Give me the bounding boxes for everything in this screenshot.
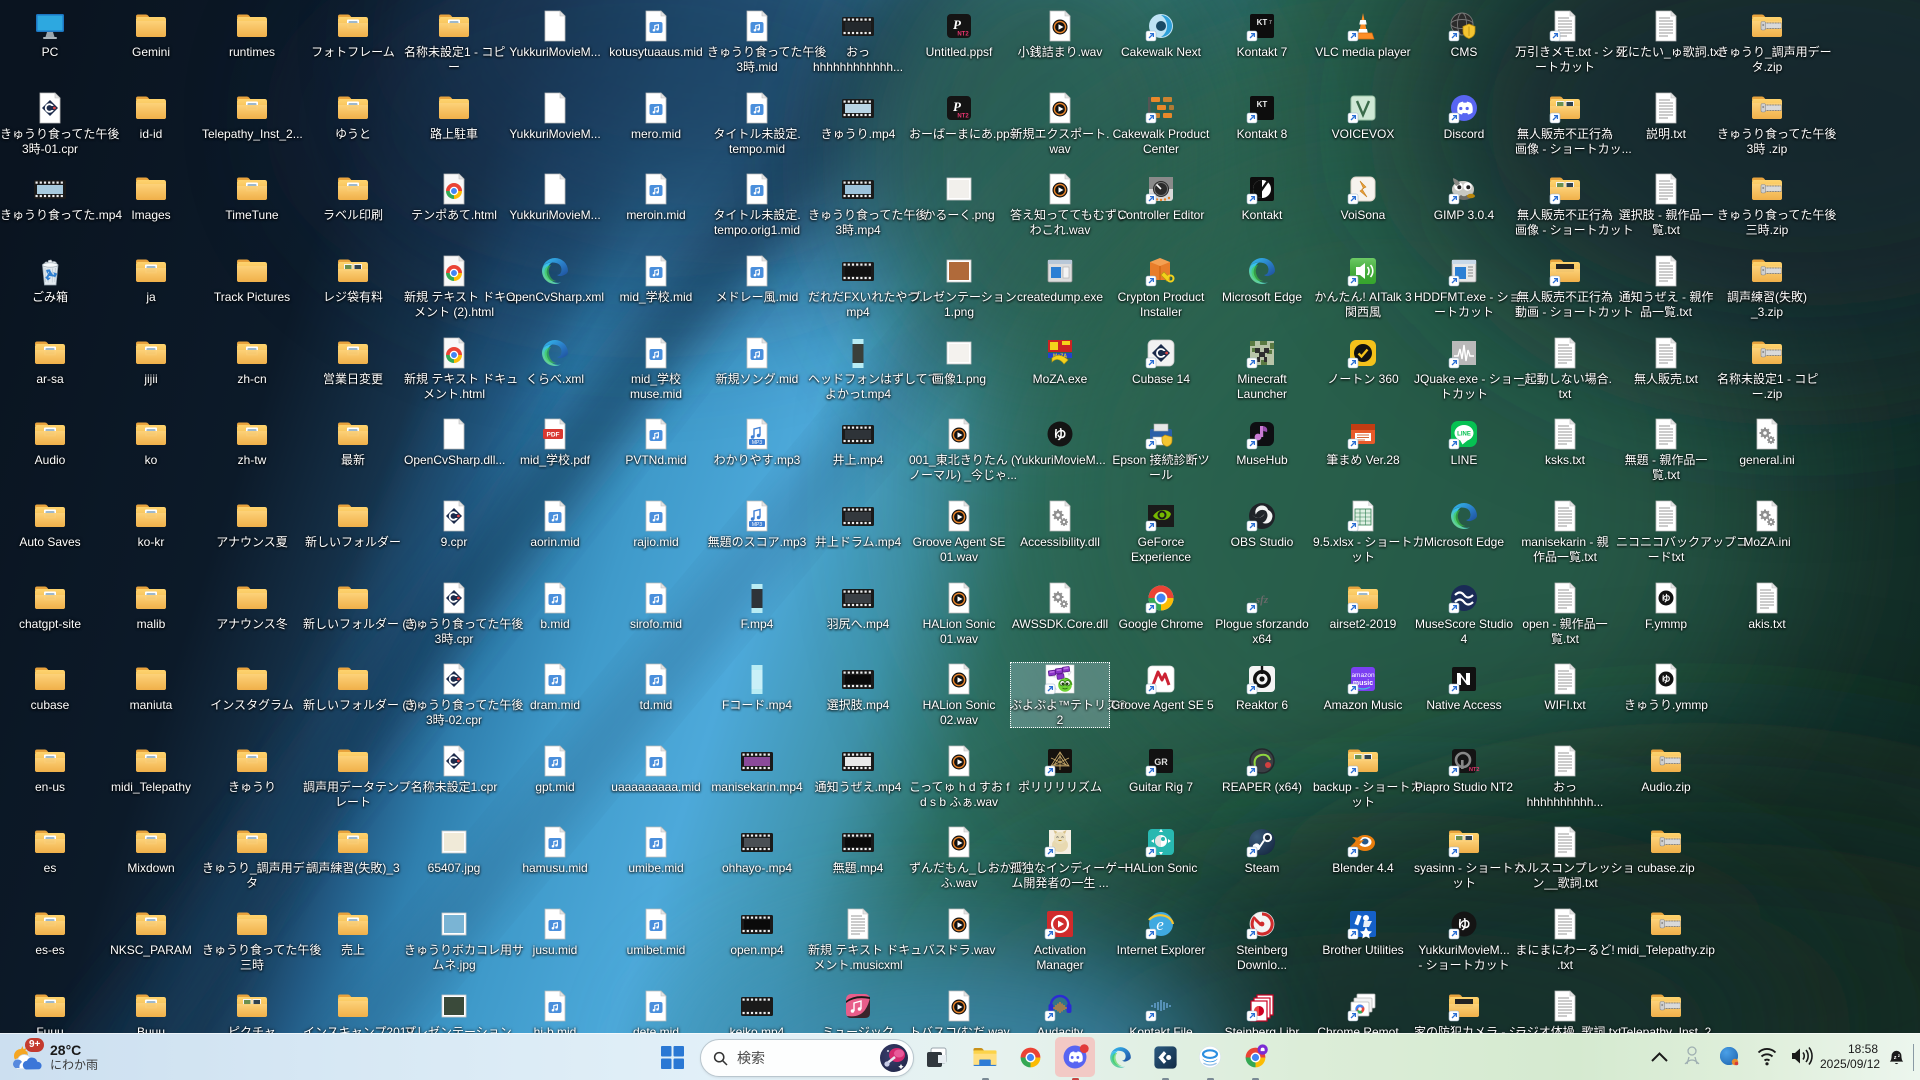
svg-text:z: z: [1894, 1055, 1897, 1061]
svg-text:z: z: [1898, 1053, 1900, 1058]
